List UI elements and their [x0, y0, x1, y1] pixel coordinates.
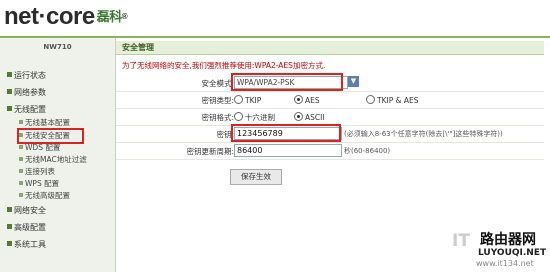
radio-checked-icon: [294, 95, 303, 104]
bullet-icon: [7, 241, 12, 246]
sidebar-item-client-list[interactable]: 连接列表: [19, 166, 55, 177]
bullet-icon: [7, 72, 12, 77]
sidebar-item-label: 网络安全: [14, 206, 46, 215]
password-highlight: [231, 124, 341, 142]
sidebar-item-wps[interactable]: WPS 配置: [19, 178, 59, 189]
radio-label: ASCII: [305, 113, 325, 122]
sidebar-item-label: 高级配置: [14, 223, 46, 232]
sidebar-item-label: 无线高级配置: [25, 191, 70, 200]
watermark-url: LUYOUQI.NET: [478, 248, 547, 258]
radio-hex[interactable]: 十六进制: [234, 112, 275, 123]
sidebar-item-label: 无线基本配置: [25, 118, 70, 127]
radio-label: TKIP: [245, 96, 262, 105]
row-rekey-period: 密钥更新周期: 86400 秒(60-86400): [116, 142, 544, 160]
sidebar-item-mac-filter[interactable]: 无线MAC地址过滤: [19, 154, 87, 165]
sidebar-item-network[interactable]: 网络参数: [7, 87, 46, 98]
radio-label: 十六进制: [245, 113, 275, 122]
radio-label: AES: [305, 96, 320, 105]
sidebar-item-label: 运行状态: [14, 71, 46, 80]
sidebar-item-label: 无线配置: [14, 105, 46, 114]
radio-icon: [234, 95, 243, 104]
radio-aes[interactable]: AES: [294, 95, 320, 105]
password-hint: (必须输入8-63个任意字符(除去[\'"]这些特殊字符)): [344, 130, 503, 138]
sidebar-item-label: 连接列表: [25, 167, 55, 176]
bullet-icon: [19, 193, 23, 197]
radio-label: TKIP & AES: [377, 96, 419, 105]
bullet-icon: [7, 106, 12, 111]
radio-checked-icon: [294, 112, 303, 121]
key-format-label: 密钥格式:: [201, 113, 234, 122]
sidebar-item-status[interactable]: 运行状态: [7, 70, 46, 81]
device-model: NW710: [43, 43, 72, 51]
save-button[interactable]: 保存生效: [230, 169, 282, 185]
section-title: 安全管理: [122, 43, 154, 52]
logo-cn: 磊科: [96, 9, 123, 24]
watermark-it: IT: [452, 231, 470, 251]
row-security-mode: 安全模式: WPA/WPA2-PSK ▼: [116, 73, 544, 92]
radio-tkip-aes[interactable]: TKIP & AES: [366, 95, 418, 105]
logo-trademark: ®: [121, 12, 128, 21]
sidebar-item-label: 网络参数: [14, 88, 46, 97]
rekey-period-input[interactable]: 86400: [234, 144, 342, 157]
header: net·core 磊科®: [0, 0, 550, 36]
sidebar-item-advanced[interactable]: 高级配置: [7, 222, 46, 233]
sidebar-item-wds[interactable]: WDS 配置: [19, 142, 60, 153]
sidebar-item-wireless[interactable]: 无线配置: [7, 104, 46, 115]
bullet-icon: [7, 224, 12, 229]
netcore-logo: net·core 磊科®: [4, 2, 128, 32]
security-mode-highlight: [231, 73, 343, 91]
sidebar-item-label: 系统工具: [14, 240, 46, 249]
bullet-icon: [19, 145, 23, 149]
watermark-title: 路由器网: [480, 232, 536, 248]
watermark-site: www.it134.net: [476, 259, 534, 268]
sidebar-item-network-security[interactable]: 网络安全: [7, 205, 46, 216]
row-cipher-type: 密钥类型: TKIP AES TKIP & AES: [116, 91, 544, 109]
radio-tkip[interactable]: TKIP: [234, 95, 261, 105]
radio-icon: [366, 95, 375, 104]
sidebar-item-wireless-advanced[interactable]: 无线高级配置: [19, 190, 70, 201]
sidebar-item-label: 无线MAC地址过滤: [25, 155, 87, 164]
logo-text: net·core: [4, 3, 95, 30]
rekey-period-label: 密钥更新周期:: [186, 147, 234, 156]
section-title-bar: 安全管理: [116, 41, 544, 55]
chevron-down-icon[interactable]: ▼: [348, 76, 359, 87]
security-mode-label: 安全模式:: [201, 79, 234, 88]
row-password: 密钥: 123456789 (必须输入8-63个任意字符(除去[\'"]这些特殊…: [116, 124, 544, 143]
sidebar: NW710 运行状态 网络参数 无线配置 无线基本配置 无线安全配置 WDS 配…: [0, 38, 116, 272]
sidebar-item-label: WPS 配置: [25, 179, 60, 188]
sidebar-item-label: WDS 配置: [25, 143, 61, 152]
bullet-icon: [7, 89, 12, 94]
sidebar-item-system-tools[interactable]: 系统工具: [7, 239, 46, 250]
radio-ascii[interactable]: ASCII: [294, 112, 325, 122]
sidebar-item-wireless-basic[interactable]: 无线基本配置: [19, 117, 70, 128]
bullet-icon: [19, 120, 23, 124]
bullet-icon: [19, 157, 23, 161]
bullet-icon: [19, 169, 23, 173]
cipher-type-label: 密钥类型:: [201, 96, 234, 105]
bullet-icon: [7, 207, 12, 212]
bullet-icon: [19, 181, 23, 185]
security-notice: 为了无线网络的安全,我们强烈推荐使用:WPA2-AES加密方式.: [122, 61, 326, 70]
rekey-period-unit: 秒(60-86400): [344, 147, 391, 155]
radio-icon: [234, 112, 243, 121]
